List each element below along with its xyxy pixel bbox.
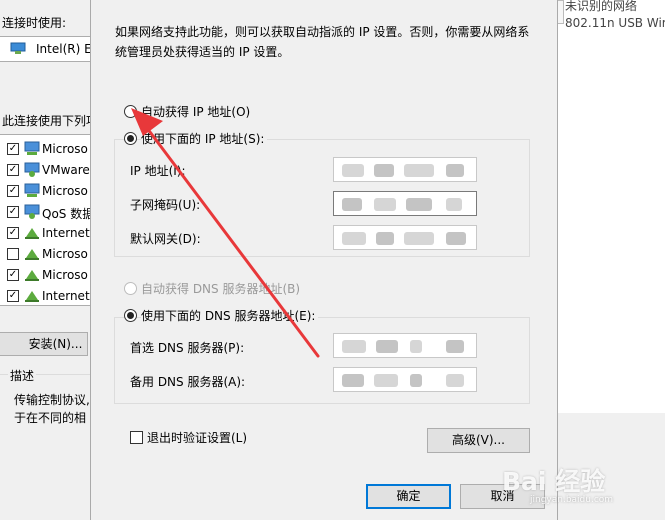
advanced-button[interactable]: 高级(V)... — [427, 428, 530, 453]
manual-dns-radio[interactable] — [124, 309, 137, 322]
list-item[interactable]: ✓ Microso — [0, 181, 92, 202]
protocol-icon — [25, 270, 39, 281]
description-label: 描述 — [8, 367, 37, 384]
default-gateway-input[interactable] — [333, 225, 477, 250]
component-label: Microso — [42, 142, 88, 156]
network-client-icon — [24, 141, 40, 155]
install-button[interactable]: 安装(N)... — [0, 332, 88, 356]
connect-using-label: 连接时使用: — [2, 16, 67, 30]
description-line: 于在不同的相 — [14, 411, 87, 425]
list-item[interactable]: ✓ Internet — [0, 223, 92, 244]
manual-ip-radio[interactable] — [124, 132, 137, 145]
adapter-field: Intel(R) E — [0, 36, 92, 62]
list-item[interactable]: ✓ VMware — [0, 160, 92, 181]
component-checkbox[interactable]: ✓ — [7, 164, 19, 176]
list-item[interactable]: ✓ Microso — [0, 139, 92, 160]
subnet-mask-label: 子网掩码(U): — [130, 198, 201, 212]
network-name: 未识别的网络 — [565, 0, 638, 13]
component-checkbox[interactable] — [7, 248, 19, 260]
watermark: Bai 经验 jingyan.baidu.com — [502, 462, 652, 512]
protocol-icon — [25, 228, 39, 239]
adapter-name: Intel(R) E — [36, 42, 92, 56]
ipv4-properties-dialog: 如果网络支持此功能，则可以获取自动指派的 IP 设置。否则，你需要从网络系统管理… — [90, 0, 558, 520]
preferred-dns-input[interactable] — [333, 333, 477, 358]
dialog-description: 如果网络支持此功能，则可以获取自动指派的 IP 设置。否则，你需要从网络系统管理… — [115, 25, 530, 59]
auto-ip-label[interactable]: 自动获得 IP 地址(O) — [141, 103, 250, 120]
preferred-dns-label: 首选 DNS 服务器(P): — [130, 341, 245, 355]
default-gateway-label: 默认网关(D): — [130, 232, 201, 246]
watermark-url: jingyan.baidu.com — [530, 495, 614, 505]
ip-address-input[interactable] — [333, 157, 477, 182]
list-item[interactable]: Microso — [0, 244, 92, 265]
network-adapter-icon — [10, 42, 26, 54]
validate-on-exit-checkbox[interactable] — [130, 431, 143, 444]
component-checkbox[interactable]: ✓ — [7, 290, 19, 302]
component-checkbox[interactable]: ✓ — [7, 206, 19, 218]
network-service-icon — [24, 162, 40, 177]
description-group: 描述 传输控制协议, 于在不同的相 — [0, 367, 92, 494]
ok-button[interactable]: 确定 — [366, 484, 451, 509]
component-checkbox[interactable]: ✓ — [7, 269, 19, 281]
alternate-dns-input[interactable] — [333, 367, 477, 392]
list-item[interactable]: ✓ QoS 数据 — [0, 202, 92, 223]
component-checkbox[interactable]: ✓ — [7, 143, 19, 155]
protocol-icon — [25, 291, 39, 302]
ip-address-label: IP 地址(I): — [130, 164, 186, 178]
description-line: 传输控制协议, — [14, 393, 90, 407]
adapter-properties-dialog: 连接时使用: Intel(R) E 此连接使用下列项 ✓ Microso ✓ V… — [0, 0, 92, 520]
validate-on-exit-label[interactable]: 退出时验证设置(L) — [147, 429, 247, 446]
component-checkbox[interactable]: ✓ — [7, 185, 19, 197]
components-list[interactable]: ✓ Microso ✓ VMware ✓ Microso ✓ QoS 数据 ✓ … — [0, 134, 92, 306]
auto-dns-label[interactable]: 自动获得 DNS 服务器地址(B) — [141, 280, 300, 297]
network-service-icon — [24, 204, 40, 219]
component-label: Microso — [42, 184, 88, 198]
components-label: 此连接使用下列项 — [2, 114, 92, 128]
component-checkbox[interactable]: ✓ — [7, 227, 19, 239]
scrollbar[interactable] — [557, 0, 564, 24]
network-connections-pane: 未识别的网络 802.11n USB Wire — [557, 0, 665, 520]
auto-dns-radio[interactable] — [124, 282, 137, 295]
alternate-dns-label: 备用 DNS 服务器(A): — [130, 375, 246, 389]
list-item[interactable]: ✓ Microso — [0, 265, 92, 286]
manual-ip-label[interactable]: 使用下面的 IP 地址(S): — [141, 130, 268, 147]
component-label: Microso — [42, 247, 88, 261]
component-label: VMware — [42, 163, 90, 177]
auto-ip-radio[interactable] — [124, 105, 137, 118]
adapter-description: 802.11n USB Wire — [565, 16, 665, 30]
component-label: Microso — [42, 268, 88, 282]
manual-dns-label[interactable]: 使用下面的 DNS 服务器地址(E): — [141, 307, 319, 324]
protocol-icon — [25, 249, 39, 260]
component-label: Internet — [42, 226, 90, 240]
watermark-brand: Bai 经验 — [502, 467, 606, 496]
component-label: QoS 数据 — [42, 207, 92, 221]
component-label: Internet — [42, 289, 90, 303]
network-client-icon — [24, 183, 40, 197]
list-item[interactable]: ✓ Internet — [0, 286, 92, 307]
subnet-mask-input[interactable] — [333, 191, 477, 216]
